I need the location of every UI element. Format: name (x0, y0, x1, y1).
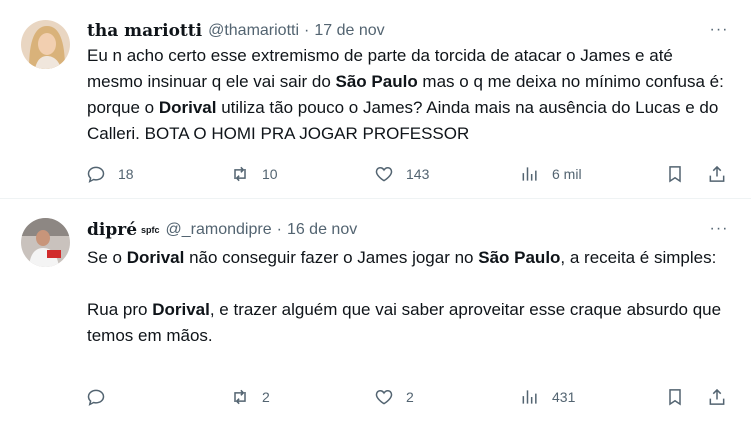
more-icon[interactable]: ··· (709, 20, 729, 40)
highlighted-term: Dorival (126, 248, 185, 267)
highlighted-term: Dorival (158, 98, 217, 117)
retweet-icon (234, 389, 246, 405)
tweet-date[interactable]: 16 de nov (287, 221, 357, 239)
tweet[interactable]: tha mariotti @thamariotti · 17 de nov ··… (0, 0, 751, 199)
reply-button[interactable] (86, 382, 118, 412)
like-count: 2 (406, 389, 414, 405)
user-handle[interactable]: @_ramondipre (166, 221, 272, 239)
highlighted-term: São Paulo (335, 72, 418, 91)
retweet-count: 2 (262, 389, 270, 405)
views-button[interactable]: 431 (520, 382, 575, 412)
like-button[interactable]: 143 (374, 159, 429, 189)
views-icon (522, 390, 537, 404)
separator-dot: · (304, 22, 310, 39)
tweet-text: Eu n acho certo esse extremismo de parte… (87, 43, 727, 147)
views-icon (522, 167, 537, 181)
more-icon[interactable]: ··· (709, 219, 729, 239)
like-button[interactable]: 2 (374, 382, 414, 412)
text-run: Rua pro (87, 300, 153, 319)
tweet[interactable]: dipré spfc @_ramondipre · 16 de nov ··· … (0, 199, 751, 423)
avatar[interactable] (21, 218, 70, 267)
share-button[interactable] (707, 159, 727, 189)
display-name[interactable]: tha mariotti (87, 21, 202, 41)
view-count: 6 mil (552, 166, 582, 182)
reply-button[interactable]: 18 (86, 159, 134, 189)
user-handle[interactable]: @thamariotti (208, 22, 299, 40)
share-icon (709, 388, 725, 405)
text-run: não conseguir fazer o James jogar no (184, 248, 479, 267)
tweet-date[interactable]: 17 de nov (314, 22, 384, 40)
retweet-button[interactable]: 10 (230, 159, 278, 189)
like-count: 143 (406, 166, 430, 182)
like-icon (375, 389, 393, 405)
retweet-count: 10 (262, 166, 278, 182)
views-button[interactable]: 6 mil (520, 159, 582, 189)
like-icon (375, 166, 393, 182)
bookmark-button[interactable] (665, 382, 685, 412)
share-button[interactable] (707, 382, 727, 412)
display-name-suffix: spfc (141, 225, 160, 235)
tweet-header: tha mariotti @thamariotti · 17 de nov (87, 20, 385, 42)
retweet-button[interactable]: 2 (230, 382, 270, 412)
avatar[interactable] (21, 20, 70, 69)
bookmark-button[interactable] (665, 159, 685, 189)
reply-count: 18 (118, 166, 134, 182)
share-icon (709, 165, 725, 182)
retweet-icon (234, 166, 246, 182)
bookmark-icon (669, 389, 681, 406)
highlighted-term: Dorival (152, 300, 210, 319)
text-run: Se o (87, 248, 127, 267)
display-name[interactable]: dipré (87, 220, 137, 240)
text-run: , a receita é simples: (560, 248, 717, 267)
separator-dot: · (276, 221, 282, 238)
reply-icon (87, 166, 105, 183)
highlighted-term: São Paulo (478, 248, 561, 267)
action-bar: 18 10 143 6 mil (80, 159, 735, 189)
reply-icon (87, 389, 105, 406)
bookmark-icon (669, 166, 681, 183)
tweet-text: Se o Dorival não conseguir fazer o James… (87, 245, 727, 349)
tweet-header: dipré spfc @_ramondipre · 16 de nov (87, 219, 357, 241)
action-bar: 2 2 431 (80, 382, 735, 412)
view-count: 431 (552, 389, 576, 405)
